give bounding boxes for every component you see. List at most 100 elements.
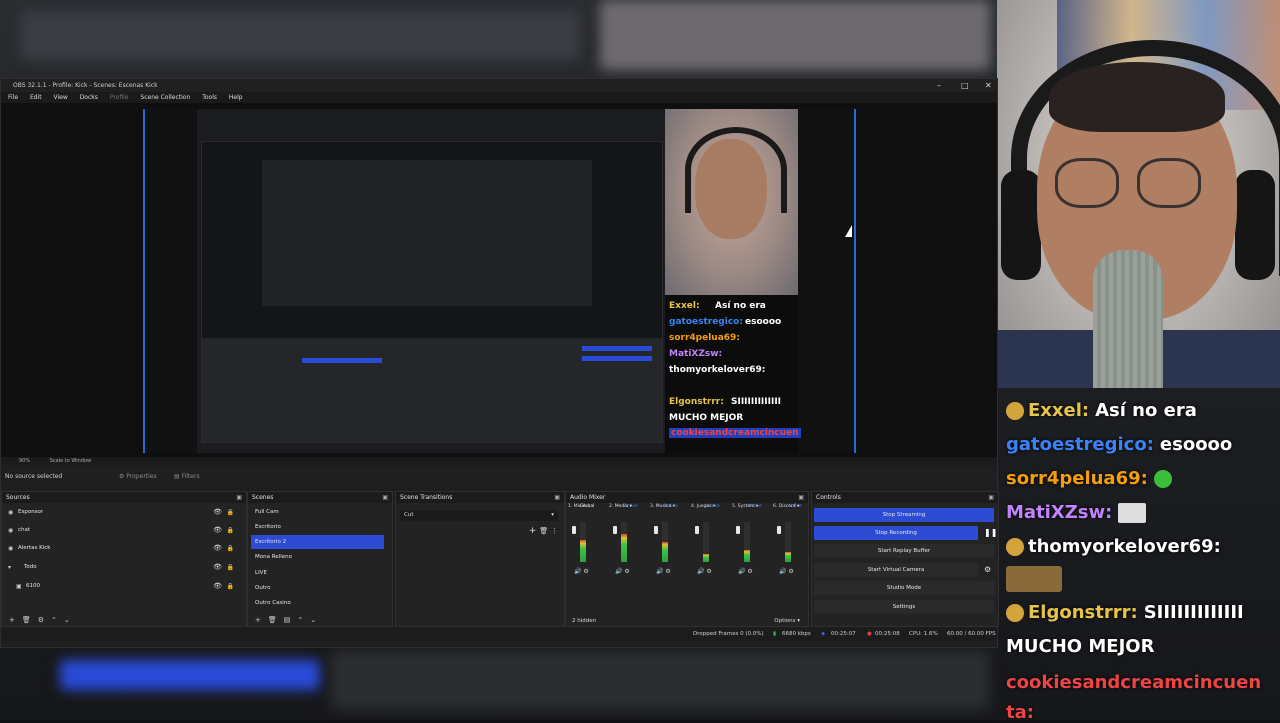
- chat-user: sorr4pelua69:: [1006, 468, 1148, 489]
- remove-icon[interactable]: 🗑: [268, 616, 277, 624]
- menu-tools[interactable]: Tools: [202, 94, 217, 101]
- source-item[interactable]: ▾ Todo 👁 🔒: [2, 561, 246, 574]
- scene-item[interactable]: LIVE: [251, 566, 384, 580]
- volume-fader[interactable]: [572, 526, 576, 534]
- start-replay-buffer-button[interactable]: Start Replay Buffer: [814, 544, 994, 558]
- chat-message: cookiesandcreamcincuen: [1006, 672, 1267, 693]
- menu-docks[interactable]: Docks: [80, 94, 98, 101]
- menu-view[interactable]: View: [54, 94, 68, 101]
- dock-undock-icon[interactable]: ▣: [988, 492, 994, 503]
- visibility-eye-icon[interactable]: 👁: [213, 524, 222, 537]
- preview-canvas[interactable]: Exxel: Así no era gatoestregico: esoooo …: [143, 109, 856, 453]
- remove-icon[interactable]: 🗑: [539, 527, 548, 535]
- menu-bar: File Edit View Docks Profile Scene Colle…: [1, 92, 997, 103]
- move-up-icon[interactable]: ⌃: [297, 616, 303, 624]
- menu-profile[interactable]: Profile: [110, 94, 129, 101]
- scene-item[interactable]: Mona Relleno: [251, 550, 384, 564]
- group-emote-icon: [1006, 566, 1062, 592]
- studio-mode-button[interactable]: Studio Mode: [814, 581, 994, 595]
- source-label: Esponsor: [18, 509, 44, 515]
- pause-icon[interactable]: ❚❚: [984, 528, 997, 537]
- dock-undock-icon[interactable]: ▣: [382, 492, 388, 503]
- stop-recording-button[interactable]: Stop Recording: [814, 526, 978, 540]
- mute-speaker-icon[interactable]: 🔊 ⚙: [738, 568, 753, 575]
- more-icon[interactable]: ⋮: [551, 527, 558, 535]
- maximize-button[interactable]: □: [961, 79, 969, 92]
- nested-stop-recording: [582, 356, 652, 361]
- move-down-icon[interactable]: ⌄: [310, 616, 316, 624]
- remove-icon[interactable]: 🗑: [22, 616, 31, 624]
- properties-button[interactable]: ⚙ Properties: [119, 471, 157, 483]
- source-item[interactable]: ▣ 6100 👁 🔒: [2, 580, 246, 593]
- move-down-icon[interactable]: ⌄: [64, 616, 70, 624]
- visibility-eye-icon[interactable]: 👁: [213, 580, 222, 593]
- lock-icon[interactable]: 🔒: [227, 580, 234, 593]
- scene-item-selected[interactable]: Escritorio 2: [251, 535, 384, 549]
- nested-docks: [202, 338, 662, 442]
- volume-fader[interactable]: [777, 526, 781, 534]
- dock-toolbar: + 🗑 ▤ ⌃ ⌄: [248, 614, 392, 626]
- settings-button[interactable]: Settings: [814, 600, 994, 614]
- lock-icon[interactable]: 🔒: [227, 506, 234, 519]
- dock-title: Scenes: [252, 494, 274, 501]
- filters-button[interactable]: ▤ Filters: [174, 471, 200, 483]
- mute-speaker-icon[interactable]: 🔊 ⚙: [574, 568, 589, 575]
- volume-fader[interactable]: [654, 526, 658, 534]
- close-button[interactable]: ✕: [985, 79, 992, 92]
- meter-level: [703, 554, 709, 562]
- add-icon[interactable]: +: [255, 616, 261, 624]
- dock-undock-icon[interactable]: ▣: [798, 492, 804, 503]
- mute-speaker-icon[interactable]: 🔊 ⚙: [697, 568, 712, 575]
- lock-icon[interactable]: 🔒: [227, 561, 234, 574]
- filter-icon[interactable]: ▤: [284, 616, 291, 624]
- lock-icon[interactable]: 🔒: [227, 524, 234, 537]
- add-icon[interactable]: +: [9, 616, 15, 624]
- dock-undock-icon[interactable]: ▣: [554, 492, 560, 503]
- volume-fader[interactable]: [613, 526, 617, 534]
- source-item[interactable]: ◉ chat 👁 🔒: [2, 524, 246, 537]
- volume-fader[interactable]: [736, 526, 740, 534]
- nested-chat-user: gatoestregico:: [669, 317, 743, 327]
- chat-emotes: [1006, 566, 1066, 592]
- scene-item[interactable]: Outro: [251, 581, 384, 595]
- source-item[interactable]: ◉ Esponsor 👁 🔒: [2, 506, 246, 519]
- gear-icon[interactable]: ⚙: [984, 565, 991, 574]
- dock-undock-icon[interactable]: ▣: [236, 492, 242, 503]
- minimize-button[interactable]: –: [937, 79, 941, 92]
- mute-speaker-icon[interactable]: 🔊 ⚙: [615, 568, 630, 575]
- mixer-options-button[interactable]: Options ▾: [774, 618, 800, 624]
- stop-streaming-button[interactable]: Stop Streaming: [814, 508, 994, 522]
- lock-icon[interactable]: 🔒: [227, 542, 234, 555]
- collapse-chevron-icon[interactable]: ▾: [8, 561, 11, 574]
- scale-mode-select[interactable]: Scale to Window: [50, 458, 91, 464]
- visibility-eye-icon[interactable]: 👁: [213, 542, 222, 555]
- scene-item[interactable]: Outro Casino: [251, 596, 384, 610]
- visibility-eye-icon[interactable]: 👁: [213, 561, 222, 574]
- scene-item[interactable]: Full Cam: [251, 505, 384, 519]
- nested-chat-user: Exxel:: [669, 301, 700, 311]
- chat-user: Exxel:: [1028, 400, 1090, 421]
- menu-scene-collection[interactable]: Scene Collection: [140, 94, 190, 101]
- settings-gear-icon[interactable]: ⚙: [38, 616, 44, 624]
- move-up-icon[interactable]: ⌃: [51, 616, 57, 624]
- scene-item[interactable]: Escritorio: [251, 520, 384, 534]
- chat-message: sorr4pelua69:: [1006, 468, 1176, 489]
- preview-area[interactable]: Exxel: Así no era gatoestregico: esoooo …: [1, 103, 997, 457]
- chat-text: Así no era: [1095, 400, 1197, 421]
- menu-file[interactable]: File: [8, 94, 18, 101]
- visibility-eye-icon[interactable]: 👁: [213, 506, 222, 519]
- channel-name: 5. System ▾: [732, 504, 759, 509]
- menu-help[interactable]: Help: [229, 94, 243, 101]
- mute-speaker-icon[interactable]: 🔊 ⚙: [656, 568, 671, 575]
- options-label: Options: [774, 618, 796, 624]
- mute-speaker-icon[interactable]: 🔊 ⚙: [779, 568, 794, 575]
- start-virtual-camera-button[interactable]: Start Virtual Camera: [814, 563, 978, 577]
- add-icon[interactable]: +: [529, 526, 537, 536]
- nested-chat-user: thomyorkelover69:: [669, 365, 766, 375]
- volume-fader[interactable]: [695, 526, 699, 534]
- source-item[interactable]: ◉ Alertas Kick 👁 🔒: [2, 542, 246, 555]
- transition-select[interactable]: Cut ▾: [400, 510, 558, 521]
- zoom-level[interactable]: 90%: [19, 458, 30, 464]
- menu-edit[interactable]: Edit: [30, 94, 42, 101]
- mixer-channel: 3. Musica ▾ 🔊 ⚙: [650, 504, 692, 608]
